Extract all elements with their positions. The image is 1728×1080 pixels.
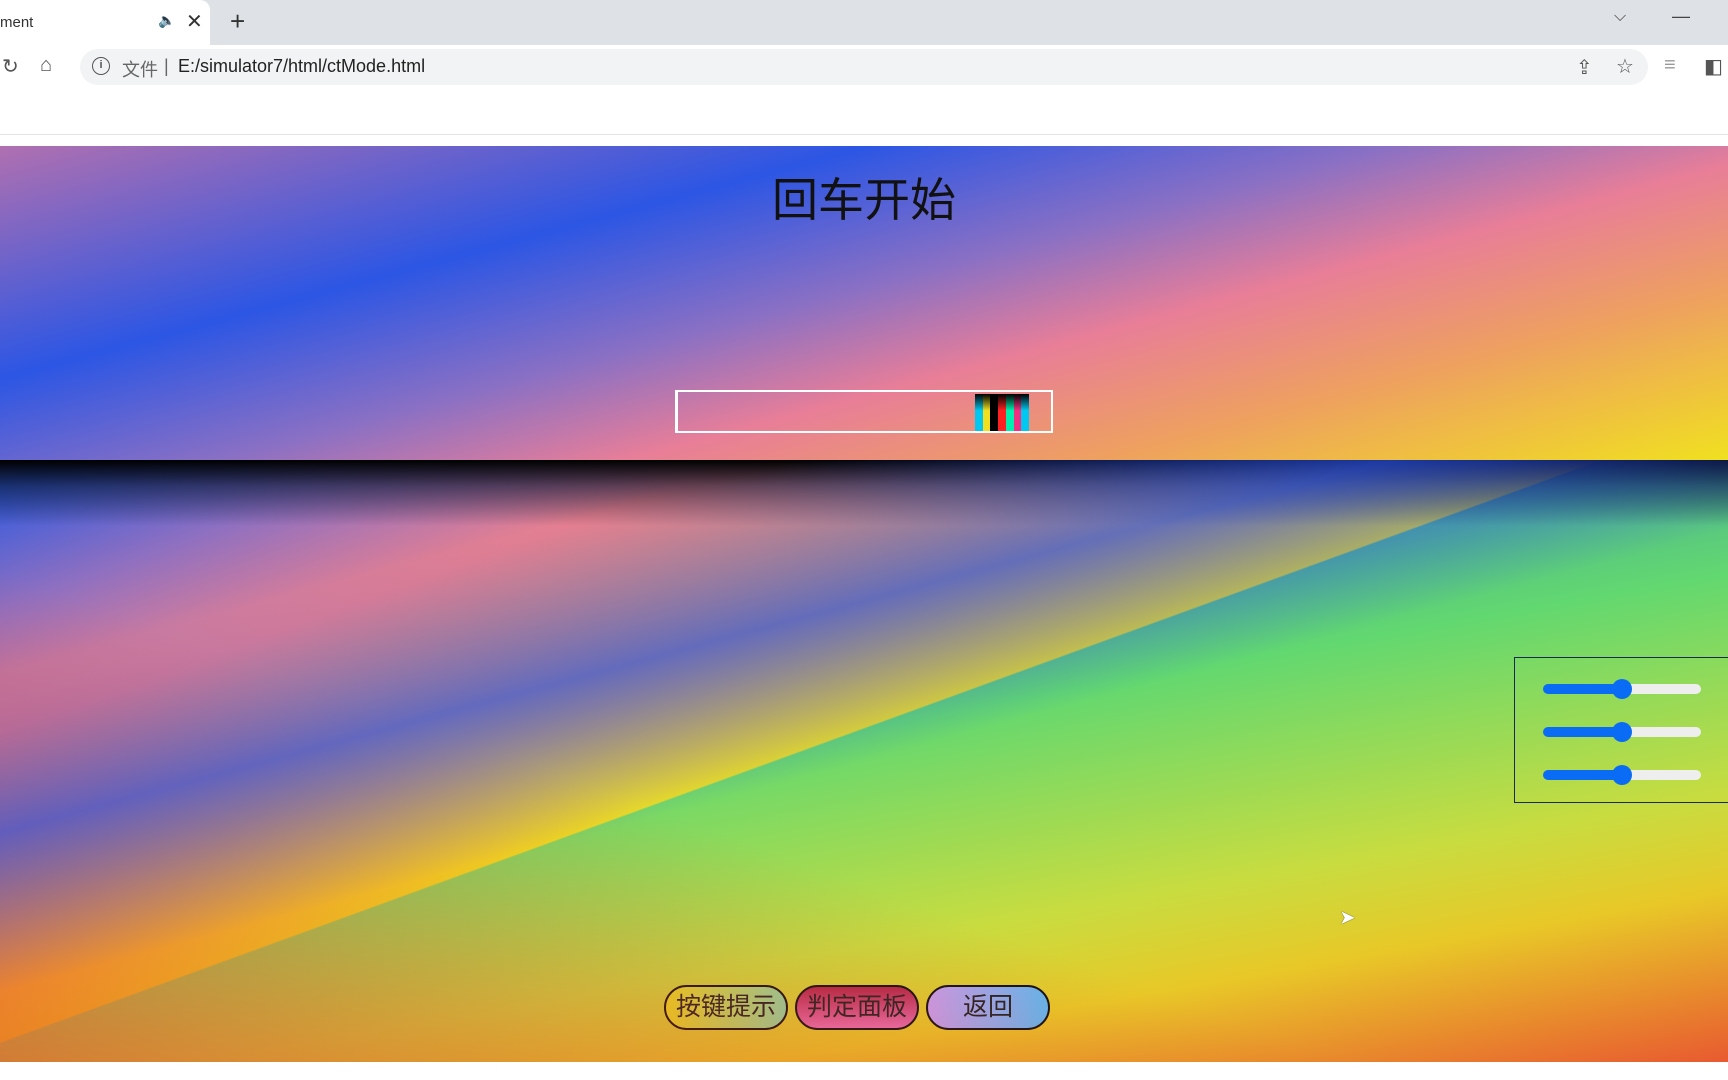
plus-icon[interactable]: + bbox=[230, 6, 245, 37]
mouse-cursor-icon: ➤ bbox=[1339, 907, 1356, 929]
bookmark-bar bbox=[0, 88, 1728, 135]
sidepanel-icon[interactable]: ◧ bbox=[1704, 54, 1723, 79]
url-text[interactable]: E:/simulator7/html/ctMode.html bbox=[178, 56, 425, 77]
rhythm-track bbox=[675, 390, 1053, 433]
slider-1[interactable] bbox=[1543, 679, 1701, 699]
slider-panel bbox=[1514, 657, 1728, 803]
note-stripe bbox=[975, 394, 983, 431]
back-button[interactable]: 返回 bbox=[926, 985, 1050, 1030]
note-stripe bbox=[990, 394, 999, 431]
browser-toolbar: ↻ ⌂ i 文件 | E:/simulator7/html/ctMode.htm… bbox=[0, 45, 1728, 88]
slider-3[interactable] bbox=[1543, 765, 1701, 785]
info-icon[interactable]: i bbox=[92, 57, 110, 75]
chevron-down-icon[interactable]: ⌵ bbox=[1614, 8, 1626, 26]
slider-thumb[interactable] bbox=[1612, 722, 1632, 742]
key-hint-button[interactable]: 按键提示 bbox=[664, 985, 788, 1030]
note-stripe bbox=[1021, 394, 1030, 431]
minimize-icon[interactable]: — bbox=[1672, 6, 1690, 27]
tab-title: ment bbox=[0, 14, 34, 31]
slider-thumb[interactable] bbox=[1612, 679, 1632, 699]
note-stripe bbox=[1013, 394, 1022, 431]
media-icon[interactable]: ≡ bbox=[1664, 54, 1676, 77]
game-area[interactable]: 回车开始 按键提示 判定面板 返回 ➤ bbox=[0, 146, 1728, 1062]
url-scheme: 文件 bbox=[122, 60, 158, 80]
tab-strip: ment 🔈 ✕ + ⌵ — bbox=[0, 0, 1728, 45]
note-stripe bbox=[998, 394, 1006, 431]
note-stripe bbox=[982, 394, 991, 431]
home-icon[interactable]: ⌂ bbox=[40, 54, 52, 77]
page-title: 回车开始 bbox=[772, 174, 956, 226]
note-stripes bbox=[975, 394, 1030, 431]
share-icon[interactable]: ⇪ bbox=[1576, 55, 1593, 80]
browser-tab[interactable]: ment 🔈 ✕ bbox=[0, 0, 210, 45]
reload-icon[interactable]: ↻ bbox=[2, 54, 19, 79]
address-bar[interactable]: i 文件 | E:/simulator7/html/ctMode.html ⇪ … bbox=[80, 49, 1648, 85]
note-stripe bbox=[1005, 394, 1014, 431]
close-icon[interactable]: ✕ bbox=[186, 9, 203, 34]
judge-panel-button[interactable]: 判定面板 bbox=[795, 985, 919, 1030]
audio-icon[interactable]: 🔈 bbox=[158, 12, 175, 29]
divider: | bbox=[164, 56, 169, 76]
slider-2[interactable] bbox=[1543, 722, 1701, 742]
star-icon[interactable]: ☆ bbox=[1616, 54, 1634, 79]
slider-thumb[interactable] bbox=[1612, 765, 1632, 785]
